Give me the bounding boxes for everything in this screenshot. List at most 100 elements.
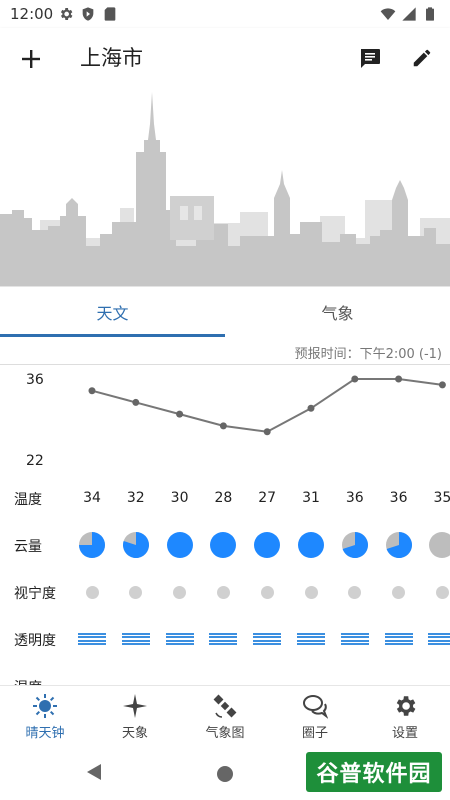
temperature-value: 35 (433, 490, 450, 506)
transparency-bars (422, 624, 450, 654)
temperature-point-8 (438, 381, 446, 389)
temperature-point-2 (176, 410, 184, 418)
humidity-dot (379, 671, 419, 685)
star-sparkle-icon (121, 692, 149, 720)
nav-celestial[interactable]: 天象 (90, 686, 180, 746)
transparency-bars (335, 624, 375, 654)
wifi-icon (380, 8, 396, 20)
seeing-dot (116, 577, 156, 607)
settings-gear-status-icon (60, 8, 73, 20)
tab-weather[interactable]: 气象 (225, 287, 450, 337)
app-bar: 上海市 (0, 28, 450, 88)
seeing-row-label: 视宁度 (14, 586, 56, 602)
transparency-bars (203, 624, 243, 654)
humidity-dot (203, 671, 243, 685)
cloud-cover-pie (203, 530, 243, 560)
transparency-bars (72, 624, 112, 654)
transparency-row: 透明度 (0, 624, 450, 654)
tab-indicator (0, 334, 225, 337)
nav-settings[interactable]: 设置 (360, 686, 450, 746)
temperature-value: 36 (389, 490, 408, 506)
seeing-dot (379, 577, 419, 607)
nav-label: 气象图 (205, 725, 245, 741)
nav-label: 天象 (121, 725, 148, 741)
home-button[interactable] (217, 766, 233, 782)
seeing-row: 视宁度 (0, 577, 450, 607)
back-icon[interactable] (86, 763, 102, 781)
humidity-dot (160, 671, 200, 685)
satellite-icon (211, 692, 239, 720)
temperature-value: 28 (214, 490, 233, 506)
seeing-dot (335, 577, 375, 607)
nav-label: 圈子 (301, 725, 328, 741)
transparency-bars (379, 624, 419, 654)
temperature-point-1 (132, 398, 140, 406)
status-time: 12:00 (10, 5, 54, 23)
transparency-bars (160, 624, 200, 654)
cloud-cover-pie (379, 530, 419, 560)
humidity-dot (247, 671, 287, 685)
status-system-icons (380, 6, 438, 22)
signal-icon (402, 7, 416, 21)
temperature-value: 36 (345, 490, 364, 506)
seeing-dot (247, 577, 287, 607)
gear-icon (391, 692, 419, 720)
tab-astronomy[interactable]: 天文 (0, 287, 225, 337)
nav-clear-sky-clock[interactable]: 晴天钟 (0, 686, 90, 746)
temperature-line (91, 378, 443, 433)
temperature-point-6 (351, 375, 359, 383)
transparency-bars (247, 624, 287, 654)
add-location-button[interactable] (14, 42, 48, 76)
transparency-bars (291, 624, 331, 654)
seeing-dot (291, 577, 331, 607)
humidity-dot (422, 671, 450, 685)
status-bar: 12:00 (0, 0, 450, 28)
message-button[interactable] (354, 42, 386, 74)
temperature-point-4 (263, 428, 271, 436)
shield-status-icon (82, 7, 94, 21)
temperature-row-label: 温度 (14, 492, 42, 508)
tab-bar: 天文 气象 (0, 286, 450, 337)
status-notification-icons (58, 6, 118, 22)
pencil-icon (413, 49, 431, 67)
forecast-content[interactable]: 36 22 温度 343230282731363635 云量 视宁度 透明度 湿… (0, 365, 450, 685)
temperature-value: 32 (126, 490, 145, 506)
forecast-time: 预报时间：下午2:00 (-1) (294, 347, 442, 362)
message-icon (361, 49, 380, 68)
cloud-cover-pie (116, 530, 156, 560)
city-skyline-illustration (0, 88, 450, 286)
temperature-point-7 (395, 375, 403, 383)
nav-label: 设置 (391, 725, 418, 741)
edit-button[interactable] (406, 42, 438, 74)
sun-icon (31, 692, 59, 720)
nav-weather-map[interactable]: 气象图 (180, 686, 270, 746)
temperature-point-3 (219, 422, 227, 430)
cloud-cover-pie (72, 530, 112, 560)
plus-icon (22, 50, 40, 68)
page-title: 上海市 (80, 46, 143, 70)
seeing-dot (160, 577, 200, 607)
seeing-dot (72, 577, 112, 607)
bottom-navigation: 晴天钟 天象 气象图 圈子 设置 (0, 685, 450, 745)
nav-community[interactable]: 圈子 (270, 686, 360, 746)
temperature-value: 34 (83, 490, 101, 506)
humidity-dot (335, 671, 375, 685)
temperature-chart (88, 375, 446, 436)
cloud-cover-pie (160, 530, 200, 560)
cloud-cover-pie (335, 530, 375, 560)
humidity-dot (291, 671, 331, 685)
transparency-row-label: 透明度 (14, 633, 56, 649)
seeing-dot (422, 577, 450, 607)
watermark-logo: 谷普软件园 (306, 752, 442, 792)
temperature-point-5 (307, 404, 315, 412)
cloud-cover-pie (247, 530, 287, 560)
cloud-cover-pie (291, 530, 331, 560)
battery-icon (426, 7, 434, 21)
humidity-row-label: 湿度 (14, 677, 42, 685)
temperature-value: 27 (258, 490, 277, 506)
cloud-row-label: 云量 (14, 539, 42, 555)
temperature-value: 31 (302, 490, 320, 506)
nav-label: 晴天钟 (25, 725, 65, 741)
seeing-dot (203, 577, 243, 607)
chat-bubbles-icon (301, 692, 329, 720)
